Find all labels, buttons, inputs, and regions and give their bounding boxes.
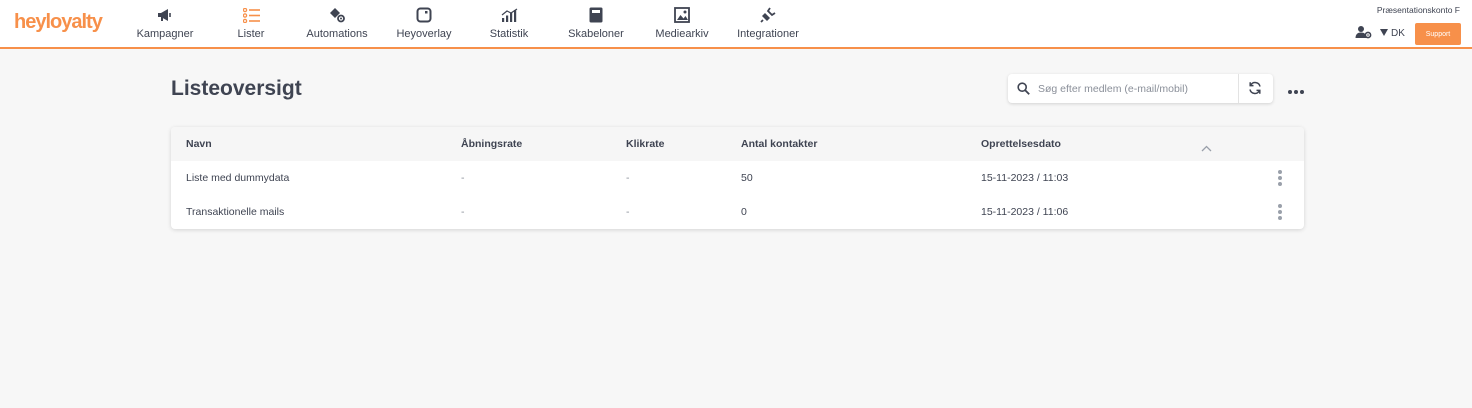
account-name[interactable]: Præsentationskonto F: [1377, 5, 1460, 15]
open-rate: -: [461, 206, 465, 218]
nav-item-mediearkiv[interactable]: Mediearkiv: [655, 0, 709, 47]
nav-label: Heyoverlay: [396, 28, 452, 40]
page-title: Listeoversigt: [171, 77, 302, 100]
list-name[interactable]: Liste med dummydata: [186, 172, 289, 184]
nav-item-statistik[interactable]: Statistik: [488, 0, 530, 47]
automations-gear-icon: [328, 6, 346, 24]
nav-label: Automations: [306, 28, 368, 40]
table-row[interactable]: Liste med dummydata - - 50 15-11-2023 / …: [171, 161, 1304, 195]
column-header-aabningsrate[interactable]: Åbningsrate: [461, 138, 522, 150]
table-row[interactable]: Transaktionelle mails - - 0 15-11-2023 /…: [171, 195, 1304, 229]
language-label: DK: [1391, 28, 1405, 39]
template-icon: [589, 6, 603, 24]
search-icon: [1017, 82, 1030, 100]
nav-label: Skabeloner: [568, 28, 624, 40]
megaphone-icon: [156, 6, 174, 24]
column-header-oprettelsesdato[interactable]: Oprettelsesdato: [981, 138, 1061, 150]
search-divider: [1238, 74, 1239, 103]
click-rate: -: [626, 206, 630, 218]
caret-down-icon: [1380, 28, 1388, 39]
nav-item-skabeloner[interactable]: Skabeloner: [568, 0, 624, 47]
more-options-icon[interactable]: [1287, 82, 1305, 100]
top-navigation-bar: heyloyalty Kampagner Lister Automations …: [0, 0, 1472, 49]
list-icon: [242, 6, 260, 24]
contact-count: 50: [741, 172, 753, 184]
support-button[interactable]: Support: [1415, 23, 1461, 45]
heyloyalty-logo[interactable]: heyloyalty: [14, 11, 103, 34]
nav-label: Integrationer: [737, 28, 799, 40]
created-date: 15-11-2023 / 11:03: [981, 172, 1069, 184]
chevron-up-icon[interactable]: [1201, 139, 1212, 157]
contact-count: 0: [741, 206, 747, 218]
nav-item-heyoverlay[interactable]: Heyoverlay: [396, 0, 452, 47]
table-header: Navn Åbningsrate Klikrate Antal kontakte…: [171, 127, 1304, 161]
kebab-menu-icon[interactable]: [1277, 203, 1283, 226]
plug-icon: [760, 6, 776, 24]
nav-item-lister[interactable]: Lister: [235, 0, 267, 47]
refresh-icon[interactable]: [1248, 81, 1262, 100]
member-search: [1008, 74, 1273, 103]
nav-item-integrationer[interactable]: Integrationer: [736, 0, 800, 47]
click-rate: -: [626, 172, 630, 184]
kebab-menu-icon[interactable]: [1277, 169, 1283, 192]
open-rate: -: [461, 172, 465, 184]
nav-label: Lister: [237, 28, 265, 40]
language-selector[interactable]: DK: [1380, 28, 1405, 39]
column-header-antal-kontakter[interactable]: Antal kontakter: [741, 138, 817, 150]
column-header-navn[interactable]: Navn: [186, 138, 212, 150]
nav-label: Mediearkiv: [655, 28, 709, 40]
search-input[interactable]: [1038, 80, 1238, 98]
created-date: 15-11-2023 / 11:06: [981, 206, 1069, 218]
nav-item-automations[interactable]: Automations: [305, 0, 369, 47]
lists-table: Navn Åbningsrate Klikrate Antal kontakte…: [171, 127, 1304, 229]
bar-chart-icon: [501, 6, 518, 24]
column-header-klikrate[interactable]: Klikrate: [626, 138, 665, 150]
user-settings-icon[interactable]: [1355, 25, 1372, 44]
list-name[interactable]: Transaktionelle mails: [186, 206, 284, 218]
nav-label: Kampagner: [136, 28, 194, 40]
overlay-icon: [416, 6, 432, 24]
nav-item-kampagner[interactable]: Kampagner: [137, 0, 193, 47]
nav-label: Statistik: [489, 28, 529, 40]
image-icon: [674, 6, 690, 24]
